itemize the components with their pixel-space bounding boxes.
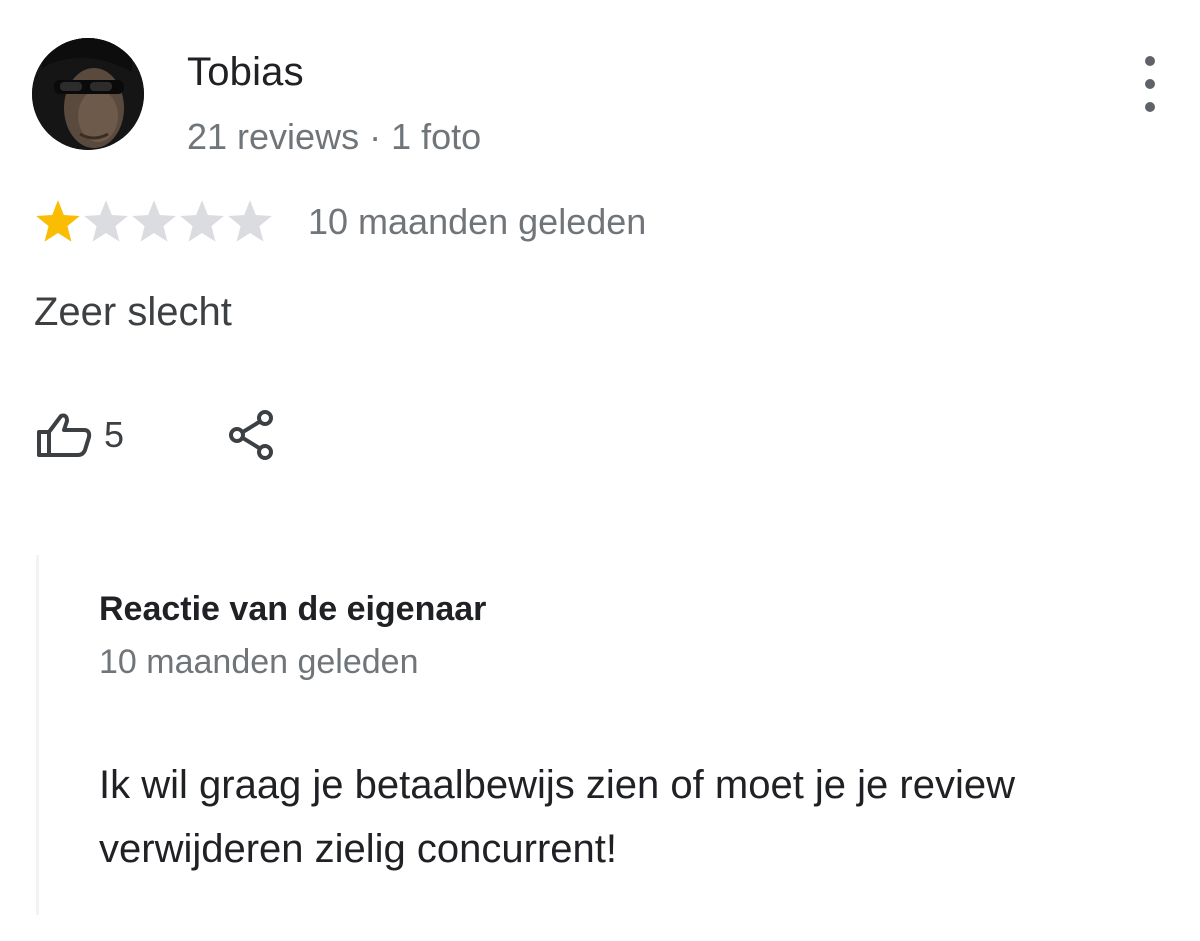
- review-card: Tobias 21 reviews · 1 foto 10 maanden ge…: [0, 0, 1200, 941]
- more-dot: [1145, 56, 1155, 66]
- owner-reply-date: 10 maanden geleden: [99, 643, 419, 681]
- star-filled-icon: [36, 200, 80, 242]
- like-count: 5: [104, 414, 125, 455]
- star-empty-icon: [84, 200, 128, 242]
- star-empty-icon: [132, 200, 176, 242]
- author-meta: 21 reviews · 1 foto: [187, 116, 482, 157]
- owner-reply-title: Reactie van de eigenaar: [99, 590, 487, 628]
- more-dot: [1145, 79, 1155, 89]
- star-empty-icon: [180, 200, 224, 242]
- share-button[interactable]: [224, 407, 280, 463]
- owner-reply-text: Ik wil graag je betaalbewijs zien of moe…: [99, 763, 1015, 871]
- more-dot: [1145, 102, 1155, 112]
- more-vert-icon[interactable]: [1128, 56, 1172, 112]
- avatar-image: [32, 38, 144, 150]
- rating-row: 10 maanden geleden: [32, 196, 646, 248]
- review-text: Zeer slecht: [34, 290, 232, 334]
- like-button[interactable]: 5: [36, 412, 124, 458]
- review-actions: 5: [36, 400, 280, 470]
- star-rating: [32, 197, 272, 247]
- review-date: 10 maanden geleden: [308, 201, 647, 242]
- share-icon: [229, 410, 274, 460]
- star-empty-icon: [228, 200, 272, 242]
- avatar[interactable]: [32, 38, 144, 150]
- thumbs-up-icon: [37, 413, 92, 457]
- owner-reply: Reactie van de eigenaar 10 maanden geled…: [36, 555, 1169, 915]
- author-name[interactable]: Tobias: [187, 50, 304, 95]
